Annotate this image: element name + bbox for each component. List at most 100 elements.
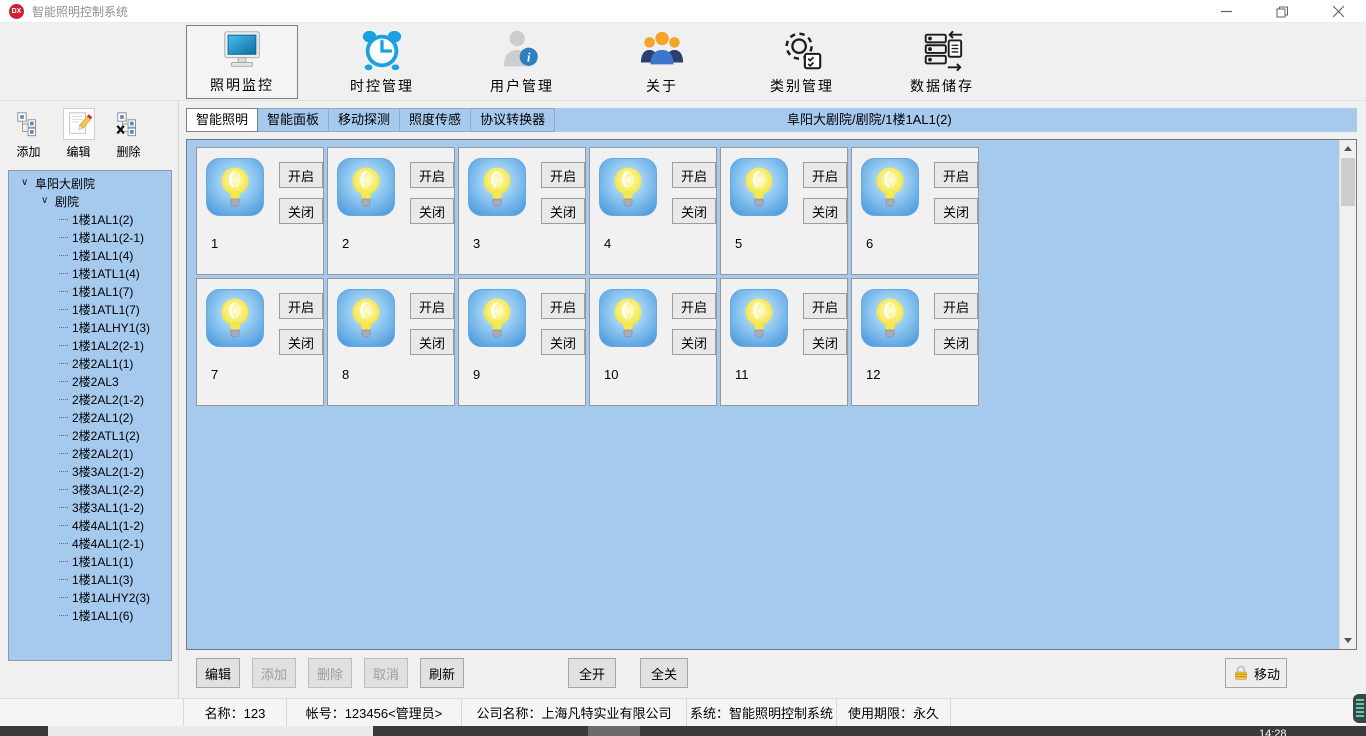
tree-item[interactable]: 1楼1ATL1(4) — [9, 264, 171, 282]
light-on-label: 开启 — [943, 166, 969, 185]
light-off-button[interactable]: 关闭 — [541, 329, 585, 355]
tree-item[interactable]: 1楼1AL1(2) — [9, 210, 171, 228]
tree-item-label: 阜阳大剧院 — [35, 175, 95, 192]
light-off-button[interactable]: 关闭 — [672, 198, 716, 224]
tree-item[interactable]: 1楼1AL1(7) — [9, 282, 171, 300]
light-on-button[interactable]: 开启 — [934, 162, 978, 188]
bottom-toolbar-button[interactable]: 编辑 — [196, 658, 240, 688]
tab[interactable]: 协议转换器 — [470, 108, 555, 132]
tree-item[interactable]: 剧院 — [9, 192, 171, 210]
tree-add-button[interactable]: 添加 — [5, 108, 52, 160]
light-off-label: 关闭 — [681, 202, 707, 221]
tab[interactable]: 智能面板 — [257, 108, 329, 132]
light-on-button[interactable]: 开启 — [279, 162, 323, 188]
light-off-button[interactable]: 关闭 — [672, 329, 716, 355]
tree-edit-button[interactable]: 编辑 — [55, 108, 102, 160]
light-off-button[interactable]: 关闭 — [279, 329, 323, 355]
tree-item[interactable]: 3楼3AL2(1-2) — [9, 462, 171, 480]
all-off-button[interactable]: 全关 — [640, 658, 688, 688]
light-off-button[interactable]: 关闭 — [541, 198, 585, 224]
tree-item[interactable]: 1楼1ATL1(7) — [9, 300, 171, 318]
light-on-button[interactable]: 开启 — [541, 293, 585, 319]
restore-button[interactable] — [1254, 0, 1310, 23]
tree-item[interactable]: 1楼1AL2(2-1) — [9, 336, 171, 354]
tree-item[interactable]: 1楼1AL1(6) — [9, 606, 171, 624]
tree-item[interactable]: 2楼2AL2(1) — [9, 444, 171, 462]
toolbar-item-category-manage[interactable]: 类别管理 — [746, 25, 858, 99]
tree-item-label: 1楼1AL1(4) — [72, 247, 133, 264]
tree-item[interactable]: 4楼4AL1(1-2) — [9, 516, 171, 534]
tree-item[interactable]: 3楼3AL1(2-2) — [9, 480, 171, 498]
light-on-button[interactable]: 开启 — [672, 293, 716, 319]
tree-expand-icon — [59, 363, 68, 364]
toolbar-item-about[interactable]: 关于 — [606, 25, 718, 99]
tree-item[interactable]: 4楼4AL1(2-1) — [9, 534, 171, 552]
light-on-button[interactable]: 开启 — [541, 162, 585, 188]
tree-item-label: 2楼2AL3 — [72, 373, 119, 390]
tree-item[interactable]: 1楼1AL1(3) — [9, 570, 171, 588]
light-on-button[interactable]: 开启 — [803, 162, 847, 188]
tree-item[interactable]: 2楼2ATL1(2) — [9, 426, 171, 444]
light-off-button[interactable]: 关闭 — [803, 329, 847, 355]
close-button[interactable] — [1310, 0, 1366, 23]
scrollbar-thumb[interactable] — [1341, 158, 1355, 206]
tree-item[interactable]: 1楼1ALHY2(3) — [9, 588, 171, 606]
light-on-button[interactable]: 开启 — [279, 293, 323, 319]
tree-item[interactable]: 1楼1AL1(4) — [9, 246, 171, 264]
light-off-button[interactable]: 关闭 — [934, 329, 978, 355]
status-fields: 名称：123 帐号：123456<管理员> 公司名称：上海凡特实业有限公司 系统… — [184, 699, 951, 726]
tree-item[interactable]: 1楼1AL1(1) — [9, 552, 171, 570]
bottom-toolbar-button[interactable]: 刷新 — [420, 658, 464, 688]
tree-item[interactable]: 1楼1AL1(2-1) — [9, 228, 171, 246]
light-on-button[interactable]: 开启 — [410, 162, 454, 188]
bottom-toolbar-button[interactable]: 添加 — [252, 658, 296, 688]
taskbar-active-button[interactable] — [588, 726, 640, 736]
tab[interactable]: 照度传感 — [399, 108, 471, 132]
toolbar-item-data-storage[interactable]: 数据储存 — [886, 25, 998, 99]
light-off-label: 关闭 — [419, 333, 445, 352]
light-on-button[interactable]: 开启 — [803, 293, 847, 319]
tree-item-label: 4楼4AL1(1-2) — [72, 517, 144, 534]
light-bulb-icon — [599, 158, 657, 216]
vertical-scrollbar[interactable] — [1339, 140, 1356, 649]
toolbar-item-label: 时控管理 — [350, 76, 414, 96]
tree-item[interactable]: 3楼3AL1(1-2) — [9, 498, 171, 516]
title-bar: DX 智能照明控制系统 — [0, 0, 1366, 23]
tree-expand-icon — [59, 345, 68, 346]
light-off-button[interactable]: 关闭 — [934, 198, 978, 224]
light-off-button[interactable]: 关闭 — [279, 198, 323, 224]
tree-item[interactable]: 2楼2AL2(1-2) — [9, 390, 171, 408]
toolbar-item-user-manage[interactable]: i 用户管理 — [466, 25, 578, 99]
scroll-up-arrow-icon[interactable] — [1340, 140, 1356, 157]
bottom-toolbar-button-label: 取消 — [373, 664, 399, 683]
all-on-button[interactable]: 全开 — [568, 658, 616, 688]
tree-item[interactable]: 2楼2AL1(1) — [9, 354, 171, 372]
tree-item-label: 1楼1ALHY2(3) — [72, 589, 150, 606]
tree-item[interactable]: 1楼1ALHY1(3) — [9, 318, 171, 336]
toolbar-item-schedule-manage[interactable]: 时控管理 — [326, 25, 438, 99]
os-taskbar[interactable]: 14:28 — [0, 726, 1366, 736]
tree-delete-button[interactable]: 删除 — [105, 108, 152, 160]
light-off-button[interactable]: 关闭 — [410, 198, 454, 224]
tree-item[interactable]: 2楼2AL1(2) — [9, 408, 171, 426]
tab[interactable]: 智能照明 — [186, 108, 258, 132]
tab-label: 智能面板 — [267, 112, 319, 127]
toolbar-item-lighting-monitor[interactable]: 照明监控 — [186, 25, 298, 99]
scroll-down-arrow-icon[interactable] — [1340, 632, 1356, 649]
light-on-button[interactable]: 开启 — [672, 162, 716, 188]
minimize-button[interactable] — [1198, 0, 1254, 23]
database-icon — [919, 28, 965, 74]
bottom-toolbar-button[interactable]: 删除 — [308, 658, 352, 688]
light-off-button[interactable]: 关闭 — [803, 198, 847, 224]
svg-text:i: i — [527, 50, 531, 64]
light-on-button[interactable]: 开启 — [934, 293, 978, 319]
light-on-button[interactable]: 开启 — [410, 293, 454, 319]
tree-expand-icon — [59, 453, 68, 454]
move-button[interactable]: 移动 — [1225, 658, 1287, 688]
tree-item[interactable]: 阜阳大剧院 — [9, 174, 171, 192]
tree-item[interactable]: 2楼2AL3 — [9, 372, 171, 390]
bottom-toolbar-button[interactable]: 取消 — [364, 658, 408, 688]
tree-item-label: 1楼1ATL1(7) — [72, 301, 140, 318]
tab[interactable]: 移动探测 — [328, 108, 400, 132]
light-off-button[interactable]: 关闭 — [410, 329, 454, 355]
